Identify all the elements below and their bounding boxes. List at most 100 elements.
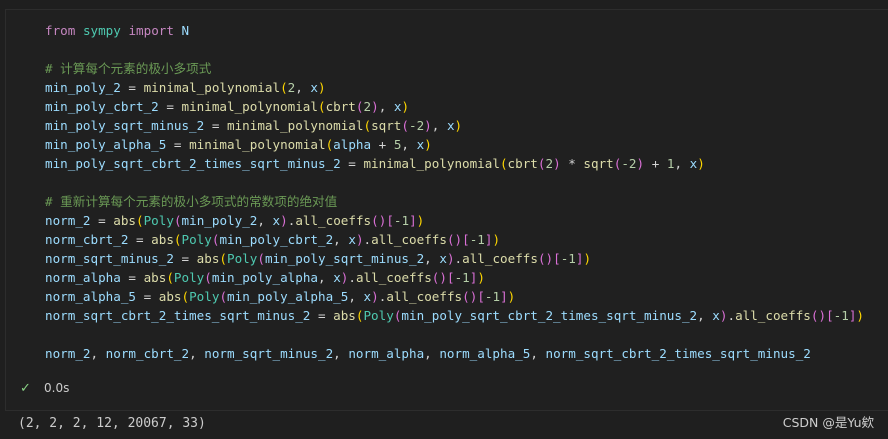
code-token: -1 xyxy=(454,270,470,285)
code-token: ( xyxy=(363,118,372,133)
code-token: , xyxy=(530,346,546,361)
code-token: norm_alpha_5 xyxy=(45,289,136,304)
code-token: [ xyxy=(386,213,394,228)
code-token: 2 xyxy=(363,99,372,114)
code-token: = xyxy=(158,99,182,114)
code-token: [ xyxy=(826,308,834,323)
code-token: . xyxy=(348,270,356,285)
code-token: x xyxy=(439,251,447,266)
check-icon: ✓ xyxy=(20,380,31,396)
code-token: . xyxy=(363,232,372,247)
code-token: ( xyxy=(173,213,182,228)
code-token: [ xyxy=(477,289,485,304)
code-token: minimal_polynomial xyxy=(363,156,500,171)
code-token: -2 xyxy=(409,118,425,133)
code-token: minimal_polynomial xyxy=(226,118,364,133)
code-line: norm_sqrt_minus_2 = abs(Poly(min_poly_sq… xyxy=(45,249,864,268)
code-token: Poly xyxy=(189,289,220,304)
code-token: Poly xyxy=(143,213,174,228)
code-token: norm_cbrt_2 xyxy=(105,346,190,361)
code-token: * xyxy=(560,156,584,171)
code-token: = xyxy=(136,289,159,304)
code-token: N xyxy=(181,23,190,38)
code-token: ( xyxy=(219,251,227,266)
code-token: abs xyxy=(158,289,182,304)
code-token: -1 xyxy=(560,251,576,266)
code-token: min_poly_sqrt_cbrt_2_times_sqrt_minus_2 xyxy=(45,156,341,171)
code-token: norm_alpha xyxy=(45,270,121,285)
code-line: min_poly_alpha_5 = minimal_polynomial(al… xyxy=(45,135,864,154)
code-token: [ xyxy=(553,251,561,266)
code-token: ( xyxy=(257,251,265,266)
code-token: , xyxy=(424,346,440,361)
cell-gutter xyxy=(6,10,10,410)
code-token: all_coeffs xyxy=(355,270,432,285)
code-token: Poly xyxy=(173,270,205,285)
code-token: -1 xyxy=(393,213,410,228)
code-token: ) xyxy=(553,156,561,171)
code-line: min_poly_2 = minimal_polynomial(2, x) xyxy=(45,78,864,97)
code-token: norm_sqrt_cbrt_2_times_sqrt_minus_2 xyxy=(545,346,811,361)
code-line: min_poly_cbrt_2 = minimal_polynomial(cbr… xyxy=(45,97,864,116)
code-token: = xyxy=(340,156,364,171)
code-token: ) xyxy=(355,232,364,247)
code-token: x xyxy=(272,213,281,228)
code-token: ) xyxy=(401,99,410,114)
code-token: = xyxy=(204,118,227,133)
code-token: ) xyxy=(583,251,592,266)
code-token: ( xyxy=(355,99,364,114)
code-line: min_poly_sqrt_minus_2 = minimal_polynomi… xyxy=(45,116,864,135)
code-token: = xyxy=(120,270,144,285)
code-token: min_poly_sqrt_minus_2 xyxy=(264,251,425,266)
code-token: ) xyxy=(371,289,379,304)
code-token: Poly xyxy=(181,232,212,247)
code-token: , xyxy=(90,346,106,361)
code-token: norm_sqrt_cbrt_2_times_sqrt_minus_2 xyxy=(45,308,311,323)
code-token: [ xyxy=(446,270,455,285)
code-token: = xyxy=(128,232,152,247)
code-cell[interactable]: from sympy import N # 计算每个元素的极小多项式 min_po… xyxy=(5,9,888,411)
code-token: , xyxy=(333,232,349,247)
code-token: minimal_polynomial xyxy=(143,80,281,95)
code-token: x xyxy=(363,289,372,304)
code-token: norm_2 xyxy=(45,346,91,361)
code-editor[interactable]: from sympy import N # 计算每个元素的极小多项式 min_po… xyxy=(45,21,864,363)
code-token: , xyxy=(431,118,447,133)
code-token: x xyxy=(348,232,356,247)
code-line: # 计算每个元素的极小多项式 xyxy=(45,59,864,78)
code-token: sqrt xyxy=(371,118,402,133)
code-line: norm_2, norm_cbrt_2, norm_sqrt_minus_2, … xyxy=(45,344,864,363)
code-token: import xyxy=(128,23,174,38)
code-token: norm_alpha_5 xyxy=(439,346,531,361)
code-token: [ xyxy=(462,232,470,247)
execution-time: 0.0s xyxy=(44,381,70,395)
code-token: abs xyxy=(143,270,167,285)
code-token: () xyxy=(810,308,827,323)
code-line: norm_cbrt_2 = abs(Poly(min_poly_cbrt_2, … xyxy=(45,230,864,249)
code-token: x xyxy=(310,80,319,95)
code-token: ( xyxy=(181,289,190,304)
code-token: min_poly_2 xyxy=(45,80,121,95)
code-token: () xyxy=(446,232,463,247)
code-line: norm_alpha = abs(Poly(min_poly_alpha, x)… xyxy=(45,268,864,287)
code-token: sqrt xyxy=(583,156,614,171)
code-token: 2 xyxy=(545,156,554,171)
code-token: = xyxy=(173,251,197,266)
code-token: . xyxy=(727,308,736,323)
code-token: . xyxy=(454,251,463,266)
code-token: , xyxy=(257,213,273,228)
code-token: ( xyxy=(219,289,228,304)
code-token: + xyxy=(371,137,394,152)
code-token: ( xyxy=(317,99,326,114)
code-token: # 重新计算每个元素的极小多项式的常数项的绝对值 xyxy=(45,194,338,209)
code-token: Poly xyxy=(227,251,258,266)
code-line: # 重新计算每个元素的极小多项式的常数项的绝对值 xyxy=(45,192,864,211)
code-token: , xyxy=(697,308,713,323)
code-token: abs xyxy=(113,213,136,228)
code-token: ) xyxy=(507,289,516,304)
code-token: + xyxy=(644,156,667,171)
code-token: ( xyxy=(280,80,288,95)
